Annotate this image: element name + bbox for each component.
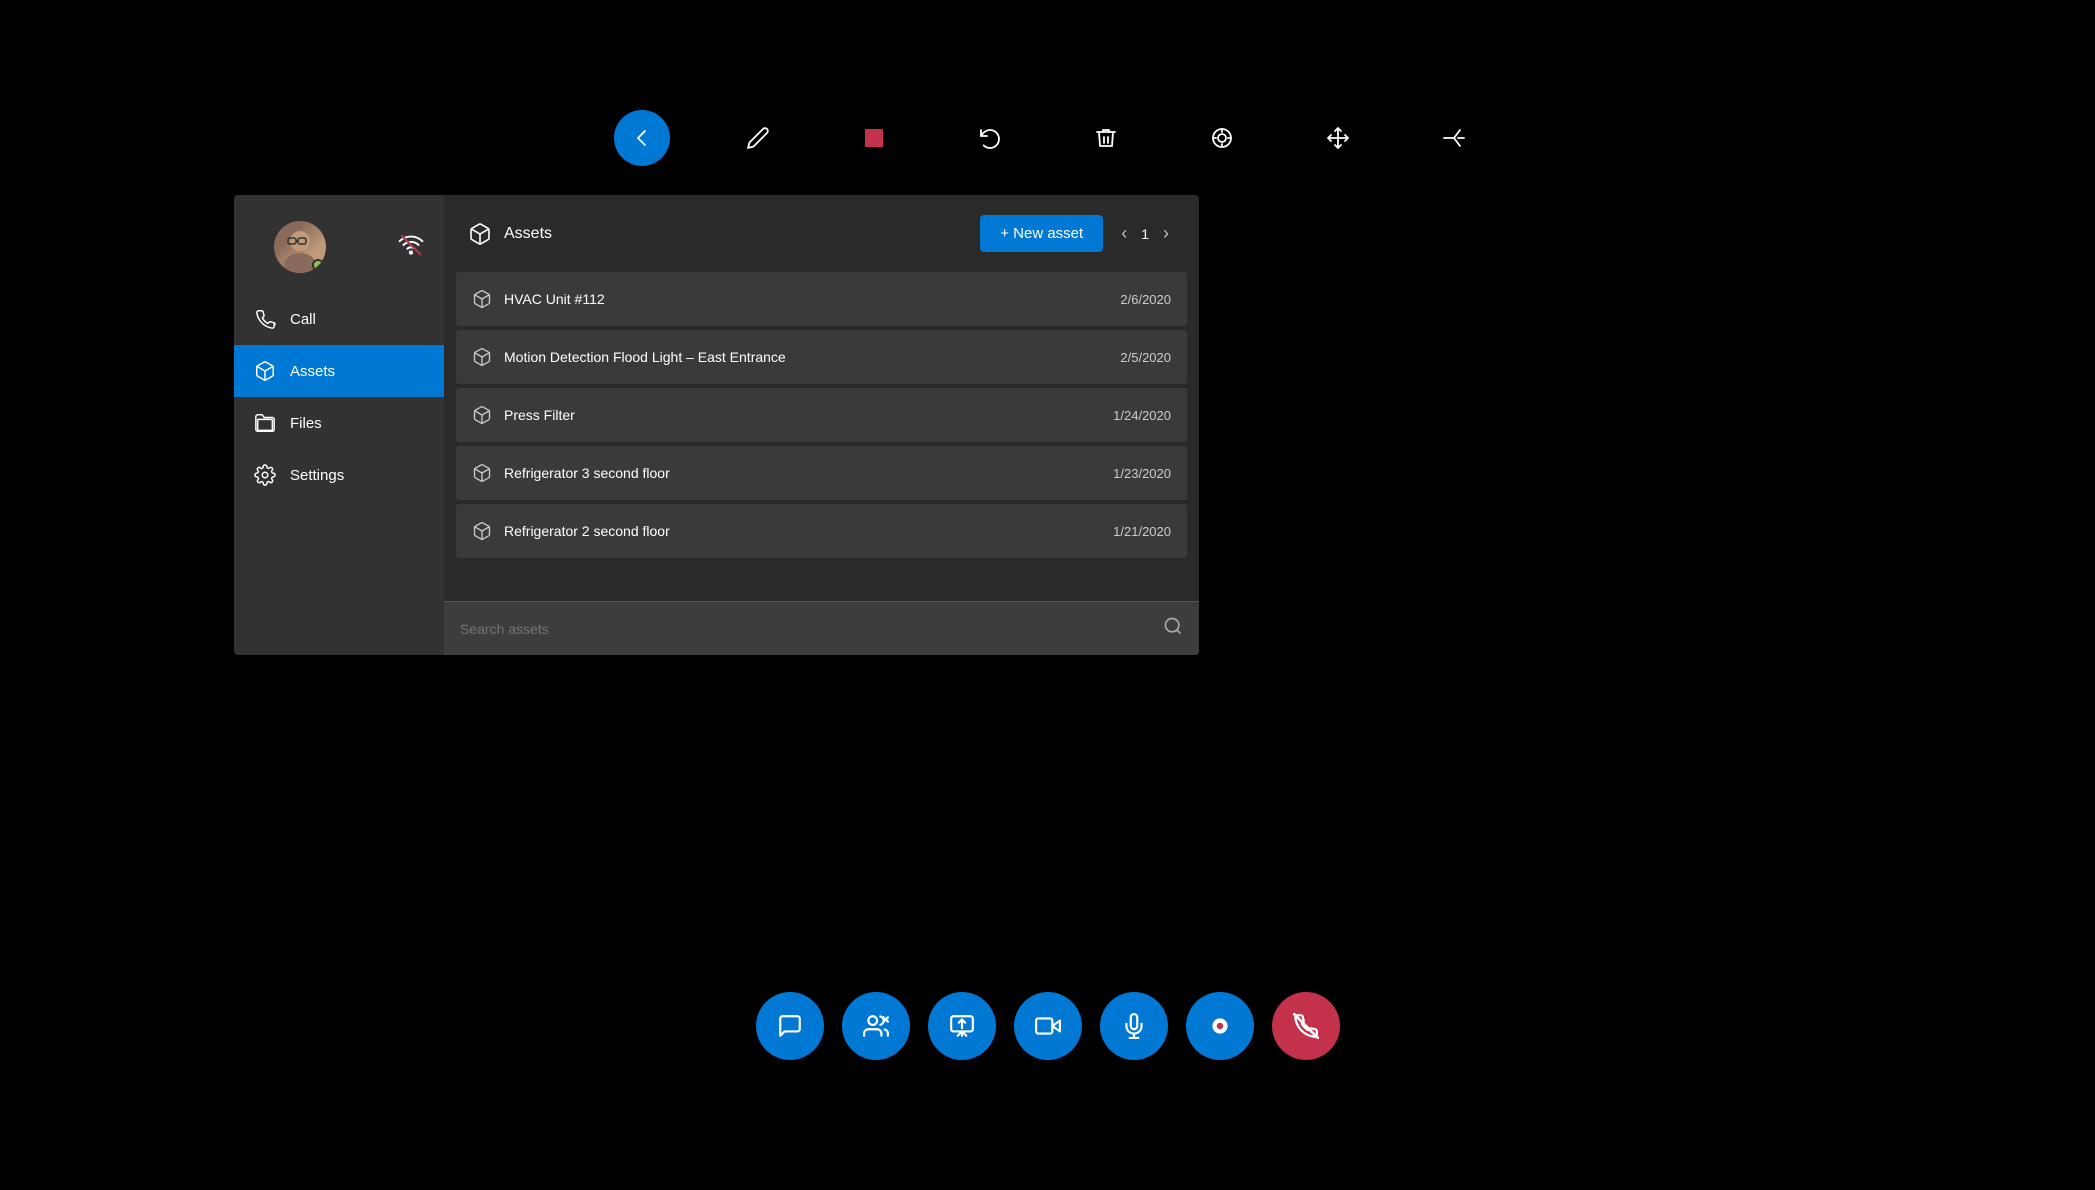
- chat-button[interactable]: [756, 992, 824, 1060]
- asset-item-date: 1/21/2020: [1113, 524, 1171, 539]
- end-call-button[interactable]: [1272, 992, 1340, 1060]
- main-content: Assets + New asset ‹ 1 ›: [444, 195, 1199, 655]
- search-button[interactable]: [1163, 616, 1183, 641]
- asset-item-date: 2/5/2020: [1120, 350, 1171, 365]
- search-icon: [1163, 616, 1183, 636]
- move-button[interactable]: [1310, 110, 1366, 166]
- asset-item-name: HVAC Unit #112: [504, 291, 605, 307]
- pagination: ‹ 1 ›: [1115, 219, 1175, 248]
- prev-page-button[interactable]: ‹: [1115, 219, 1133, 248]
- assets-header-icon: [468, 222, 492, 246]
- avatar-status: [312, 259, 324, 271]
- asset-item-left: Refrigerator 2 second floor: [472, 521, 670, 541]
- assets-header: Assets + New asset ‹ 1 ›: [444, 195, 1199, 272]
- sidebar-item-assets[interactable]: Assets: [234, 345, 444, 397]
- assets-title: Assets: [468, 222, 552, 246]
- end-call-icon: [1293, 1013, 1319, 1039]
- call-icon: [254, 308, 276, 330]
- target-button[interactable]: [1194, 110, 1250, 166]
- next-page-button[interactable]: ›: [1157, 219, 1175, 248]
- top-toolbar: [614, 110, 1482, 166]
- pin-icon: [1442, 126, 1466, 150]
- square-icon: [862, 126, 886, 150]
- sidebar-item-call[interactable]: Call: [234, 293, 444, 345]
- asset-item-name: Refrigerator 2 second floor: [504, 523, 670, 539]
- assets-icon: [254, 360, 276, 382]
- asset-item-left: Refrigerator 3 second floor: [472, 463, 670, 483]
- settings-icon: [254, 464, 276, 486]
- page-number: 1: [1141, 226, 1149, 242]
- asset-list: HVAC Unit #112 2/6/2020 Motion Detection…: [444, 272, 1199, 601]
- search-bar: [444, 601, 1199, 655]
- sidebar-item-call-label: Call: [290, 311, 316, 328]
- asset-item-icon: [472, 405, 492, 425]
- sidebar-top-row: [234, 221, 444, 273]
- app-container: Call Assets Files Settings: [234, 195, 1199, 655]
- asset-item-icon: [472, 521, 492, 541]
- asset-item-date: 2/6/2020: [1120, 292, 1171, 307]
- undo-icon: [978, 126, 1002, 150]
- target-icon: [1210, 126, 1234, 150]
- asset-item-left: Motion Detection Flood Light – East Entr…: [472, 347, 786, 367]
- delete-button[interactable]: [1078, 110, 1134, 166]
- asset-item-name: Motion Detection Flood Light – East Entr…: [504, 349, 786, 365]
- sidebar-item-files-label: Files: [290, 415, 322, 432]
- participants-icon: [863, 1013, 889, 1039]
- sidebar-item-assets-label: Assets: [290, 363, 335, 380]
- asset-list-item[interactable]: Refrigerator 2 second floor 1/21/2020: [456, 504, 1187, 558]
- files-icon: [254, 412, 276, 434]
- asset-list-item[interactable]: Press Filter 1/24/2020: [456, 388, 1187, 442]
- avatar: [274, 221, 326, 273]
- new-asset-label: + New asset: [1000, 225, 1083, 242]
- mic-button[interactable]: [1100, 992, 1168, 1060]
- sidebar-item-settings[interactable]: Settings: [234, 449, 444, 501]
- move-icon: [1326, 126, 1350, 150]
- pin-button[interactable]: [1426, 110, 1482, 166]
- asset-item-left: HVAC Unit #112: [472, 289, 605, 309]
- square-button[interactable]: [846, 110, 902, 166]
- chat-icon: [777, 1013, 803, 1039]
- sidebar-item-files[interactable]: Files: [234, 397, 444, 449]
- screenshare-button[interactable]: [928, 992, 996, 1060]
- camera-icon: [1035, 1013, 1061, 1039]
- screenshare-icon: [949, 1013, 975, 1039]
- asset-item-date: 1/24/2020: [1113, 408, 1171, 423]
- pen-icon: [746, 126, 770, 150]
- delete-icon: [1094, 126, 1118, 150]
- asset-item-name: Press Filter: [504, 407, 575, 423]
- asset-item-icon: [472, 289, 492, 309]
- wifi-icon: [398, 232, 424, 258]
- sidebar: Call Assets Files Settings: [234, 195, 444, 655]
- wifi-status: [398, 232, 424, 263]
- back-button[interactable]: [614, 110, 670, 166]
- bottom-controls: [756, 992, 1340, 1060]
- mic-icon: [1121, 1013, 1147, 1039]
- asset-item-left: Press Filter: [472, 405, 575, 425]
- asset-item-icon: [472, 347, 492, 367]
- asset-item-name: Refrigerator 3 second floor: [504, 465, 670, 481]
- participants-button[interactable]: [842, 992, 910, 1060]
- assets-page-title: Assets: [504, 225, 552, 243]
- search-input[interactable]: [460, 621, 1151, 637]
- record-icon: [1207, 1013, 1233, 1039]
- asset-item-icon: [472, 463, 492, 483]
- pen-button[interactable]: [730, 110, 786, 166]
- header-right: + New asset ‹ 1 ›: [980, 215, 1175, 252]
- undo-button[interactable]: [962, 110, 1018, 166]
- asset-list-item[interactable]: HVAC Unit #112 2/6/2020: [456, 272, 1187, 326]
- sidebar-item-settings-label: Settings: [290, 467, 344, 484]
- camera-button[interactable]: [1014, 992, 1082, 1060]
- asset-list-item[interactable]: Motion Detection Flood Light – East Entr…: [456, 330, 1187, 384]
- back-icon: [630, 126, 654, 150]
- new-asset-button[interactable]: + New asset: [980, 215, 1103, 252]
- asset-item-date: 1/23/2020: [1113, 466, 1171, 481]
- record-button[interactable]: [1186, 992, 1254, 1060]
- asset-list-item[interactable]: Refrigerator 3 second floor 1/23/2020: [456, 446, 1187, 500]
